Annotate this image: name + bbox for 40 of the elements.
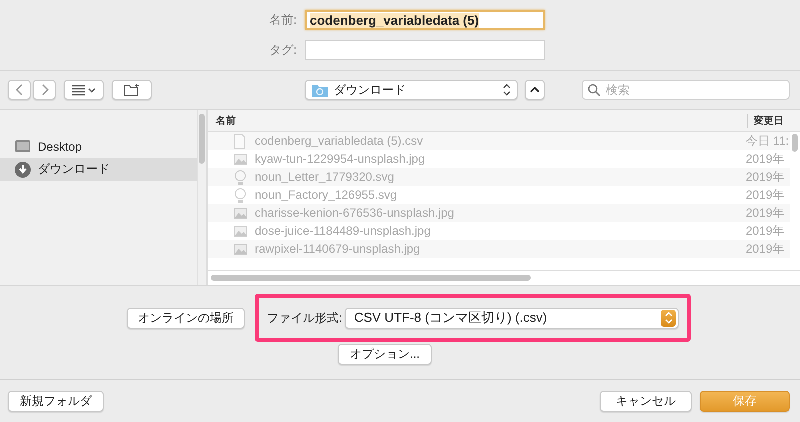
- stepper-icon: [664, 312, 673, 324]
- tags-field[interactable]: [305, 40, 545, 60]
- up-button[interactable]: [525, 80, 545, 100]
- scrollbar-thumb[interactable]: [211, 275, 531, 281]
- file-format-popup[interactable]: CSV UTF-8 (コンマ区切り) (.csv): [345, 308, 680, 328]
- scrollbar-thumb[interactable]: [199, 114, 205, 164]
- desktop-icon: [15, 138, 31, 154]
- image-file-icon: [234, 206, 247, 220]
- forward-icon: [40, 84, 48, 96]
- caret-icon: [88, 88, 96, 92]
- folder-icon: [312, 83, 328, 97]
- cancel-button[interactable]: キャンセル: [600, 390, 692, 412]
- column-header[interactable]: 名前: [208, 114, 747, 128]
- new-folder-button[interactable]: 新規フォルダ: [8, 390, 104, 412]
- sidebar-item[interactable]: Desktop: [0, 135, 197, 158]
- sidebar-item[interactable]: ダウンロード: [0, 158, 197, 181]
- back-button[interactable]: [8, 80, 31, 100]
- folder-plus-icon: [124, 83, 140, 97]
- column-header[interactable]: 変更日: [747, 114, 800, 128]
- image-file-icon: [234, 242, 247, 256]
- view-options-button[interactable]: [64, 80, 104, 100]
- location-popup[interactable]: ダウンロード: [305, 80, 518, 100]
- download-icon: [15, 162, 31, 178]
- options-button[interactable]: オプション...: [338, 344, 432, 365]
- search-field[interactable]: 検索: [582, 80, 790, 100]
- scrollbar-thumb[interactable]: [792, 134, 798, 152]
- tags-label: タグ:: [270, 42, 297, 58]
- stepper-icon: [503, 84, 511, 96]
- back-icon: [16, 84, 24, 96]
- name-label: 名前:: [270, 12, 297, 28]
- image-file-icon: [234, 224, 247, 238]
- list-icon: [72, 84, 85, 96]
- new-folder-button[interactable]: [112, 80, 152, 100]
- forward-button[interactable]: [33, 80, 56, 100]
- image-file-icon: [234, 152, 247, 166]
- file-format-label: ファイル形式:: [267, 310, 342, 326]
- name-field[interactable]: codenberg_variabledata (5): [305, 10, 545, 30]
- search-icon: [588, 84, 601, 97]
- online-locations-button[interactable]: オンラインの場所: [127, 308, 245, 328]
- chevron-up-icon: [530, 87, 540, 93]
